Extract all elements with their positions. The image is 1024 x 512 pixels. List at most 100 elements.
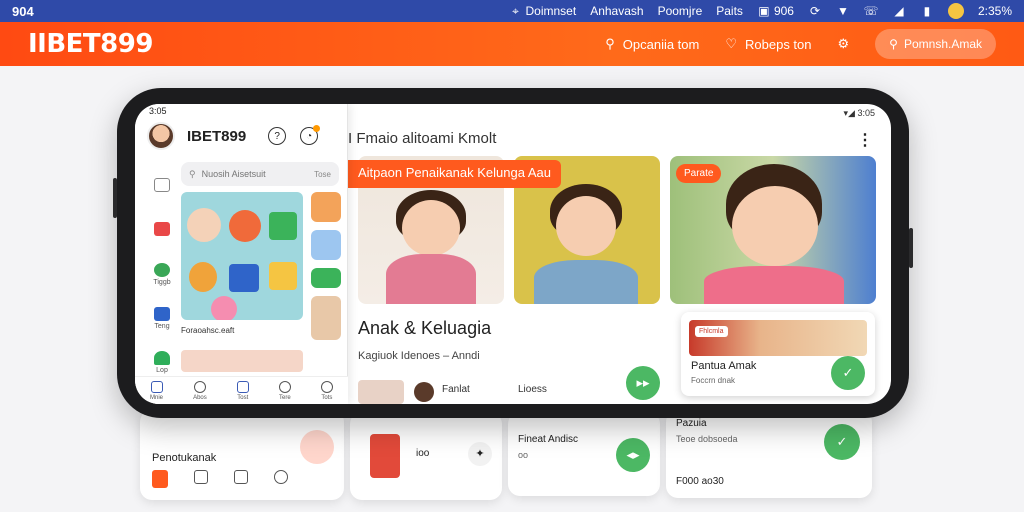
site-header: IIBET899 ⚲ Opcaniia tom ♡ Robeps ton ⚙ ⚲… [0,22,1024,66]
bottom-nav-home[interactable]: Mnie [150,380,163,401]
profile-icon[interactable] [274,470,288,484]
phone-side-button [113,178,117,218]
user-avatar-icon[interactable] [947,3,964,19]
promo-banner[interactable]: Aitpaon Penaikanak Kelunga Aau [348,160,561,188]
toy-pink [211,296,237,320]
os-item-4: ▣ 906 [758,4,794,18]
avatar[interactable] [147,122,175,150]
sidebar-item-2[interactable]: Tiggb [147,252,177,296]
main-content: ▾◢ 3:05 I Fmaio alitoami Kmolt ⋮ Aitpaon… [348,104,891,404]
settings-icon[interactable]: ⚙ [838,36,850,52]
toy-blue [229,264,259,292]
bookmark-icon: ♡ [725,36,738,51]
drawer-row-1: Foraoahsc.eaft [181,326,235,335]
below-card-1[interactable]: Penotukanak [140,410,344,500]
more-options-icon[interactable]: ⋮ [857,130,873,150]
page-title: I Fmaio alitoami Kmolt [348,130,497,147]
toy-bear [187,208,221,242]
sidebar-item-3[interactable]: Teng [147,296,177,340]
phone-icon: ☏ [863,4,879,18]
p-icon[interactable] [152,470,168,488]
bottom-nav-categories[interactable]: Tost [236,380,249,401]
notification-icon[interactable]: ◔ [300,125,321,145]
card-4-sub: Teoe dobsoeda [676,434,738,444]
below-card-4[interactable]: Pazuia Teoe dobsoeda F000 ao30 ✓ [666,410,872,498]
card-2-share-button[interactable]: ✦ [468,442,492,466]
signal-icon: ◢ [894,4,904,18]
profile-icon [320,380,333,393]
os-item-3: Paits [716,4,743,18]
promo-subtitle: Foccrn dnak [691,376,736,385]
toy-yellow [269,262,297,290]
section-title: Anak & Keluagia [358,318,492,338]
os-item-2: Poomjre [657,4,703,18]
sync-icon: ⟳ [809,4,820,18]
toy-bird [189,262,217,292]
book-icon [154,306,170,321]
card-2-label: ioo [416,448,430,459]
photo-badge: Parate [676,164,722,183]
card-2-thumb [370,434,400,478]
search-icon: ⚲ [605,36,615,51]
drawer-header: IBET899 ? ◔ [135,118,347,154]
nav-item-search[interactable]: ⚲ Opcaniia tom [605,36,699,52]
shop-icon[interactable] [194,470,208,484]
card-4-title: Pazuia [676,418,707,429]
chat-icon[interactable] [234,470,248,484]
phone-screen: 3:05 IBET899 ? ◔ Tiggb Teng Lop ⚲ Nuosih… [135,104,891,404]
card-3-play-button[interactable]: ◂▸ [616,438,650,472]
grid-icon [154,178,170,192]
tile-toys[interactable] [311,192,341,222]
content-thumb[interactable] [358,380,404,404]
bottom-nav-search[interactable]: Abos [193,380,207,401]
os-time: 904 [12,3,34,19]
drawer-row-2-thumb[interactable] [181,350,303,372]
notification-dot [313,125,321,132]
card-4-like-button[interactable]: ✓ [824,424,860,460]
search-icon: ⚲ [189,168,196,179]
palette-icon [154,262,170,277]
os-item-1: Anhavash [590,4,644,18]
tile-blocks[interactable] [311,230,341,260]
os-status-bar: 904 ⌖ Doimnset Anhavash Poomjre Paits ▣ 90… [0,0,1024,22]
site-logo[interactable]: IIBET899 [28,29,153,59]
promo-action-button[interactable]: ✓ [831,356,865,390]
toys-image[interactable] [181,192,303,320]
card-1-icons [152,470,288,488]
below-card-2[interactable]: ioo ✦ [350,412,502,500]
drawer-bottom-nav: Mnie Abos Tost Tere Tots [135,376,348,404]
sidebar-item-0[interactable] [147,164,177,208]
square-icon: ▣ [758,4,770,18]
row-item-1: Fanlat [442,384,470,395]
tile-photo[interactable] [311,296,341,340]
search-input[interactable] [201,169,302,179]
login-button[interactable]: ⚲ Pomnsh.Amak [875,29,996,59]
home-icon [150,380,163,393]
toy-x [229,210,261,242]
photo-girl-2[interactable]: Parate [670,156,876,304]
user-icon: ⚲ [889,37,898,51]
section-subtitle: Kagiuok Idenoes – Anndi [358,350,480,362]
search-bar[interactable]: ⚲ Tose [181,162,339,186]
search-filter[interactable]: Tose [314,170,331,179]
bottom-nav-chat[interactable]: Tere [278,380,291,401]
below-card-3[interactable]: Fineat Andisc oo ◂▸ [508,412,660,496]
app-name: IBET899 [187,127,247,145]
nav-item-bookmark[interactable]: ♡ Robeps ton [725,36,811,52]
content-avatar[interactable] [414,382,434,402]
bottom-nav-profile[interactable]: Tots [320,380,333,401]
tile-game[interactable] [311,268,341,288]
promo-title: Pantua Amak [691,360,757,372]
os-status-items: ⌖ Doimnset Anhavash Poomjre Paits ▣ 906 ⟳ … [509,3,1012,19]
promo-card[interactable]: Fhlcmla Pantua Amak Foccrn dnak ✓ [681,312,875,396]
search-icon [193,380,206,393]
side-drawer: 3:05 IBET899 ? ◔ Tiggb Teng Lop ⚲ Nuosih… [135,104,348,404]
card-3-sub: oo [518,450,529,460]
help-icon[interactable]: ? [268,127,287,145]
sidebar-item-1[interactable] [147,208,177,252]
battery-text: 2:35% [977,4,1012,18]
play-button[interactable]: ▸▸ [626,366,660,400]
home-icon [154,350,170,365]
wifi-icon: ▼ [837,4,849,18]
header-nav: ⚲ Opcaniia tom ♡ Robeps ton ⚙ ⚲ Pomnsh.A… [605,29,996,59]
